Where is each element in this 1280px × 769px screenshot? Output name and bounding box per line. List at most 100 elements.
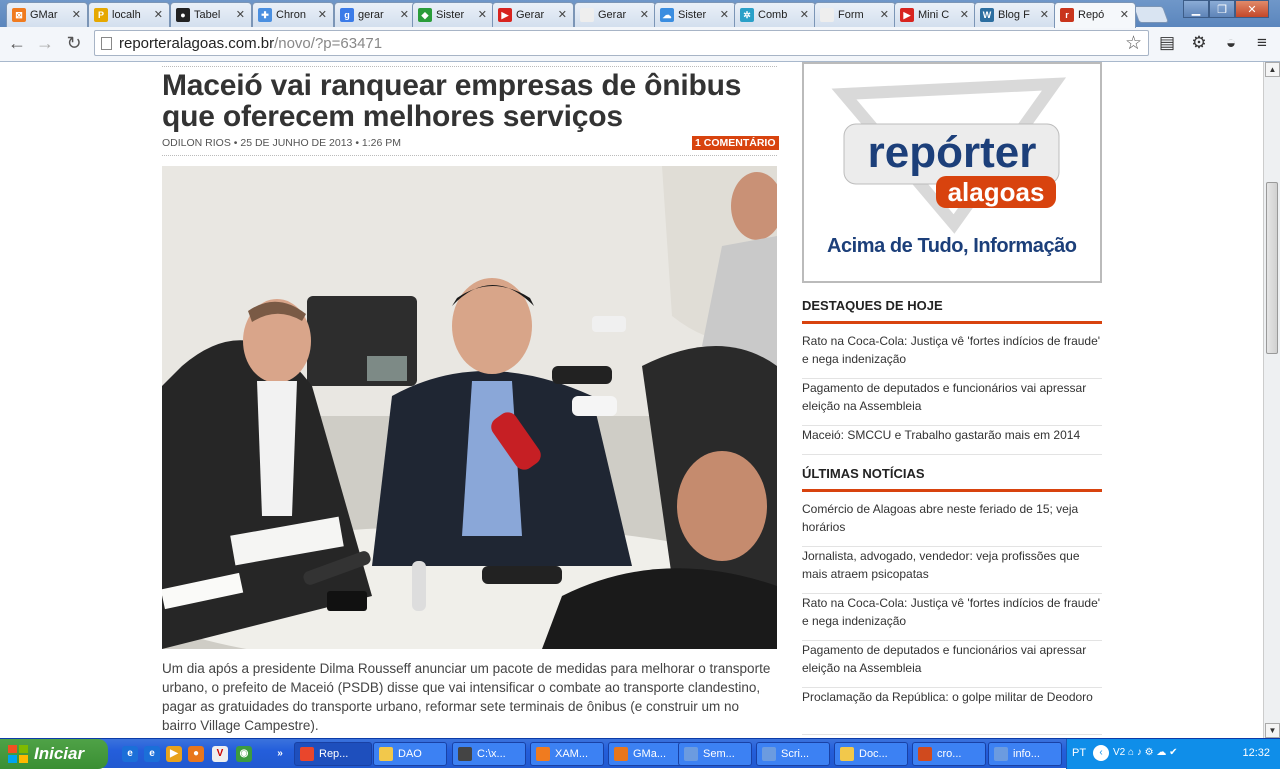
more-quicklaunch-icon[interactable]: »: [272, 746, 288, 762]
tab-8[interactable]: ☁ Sister ✕: [654, 2, 736, 27]
taskbar-button-label: DAO: [398, 748, 422, 760]
tab-close-icon[interactable]: ✕: [720, 8, 729, 21]
tab-close-icon[interactable]: ✕: [478, 8, 487, 21]
tab-close-icon[interactable]: ✕: [1120, 8, 1129, 21]
taskbar-button[interactable]: GMa...: [608, 742, 682, 766]
clock[interactable]: 12:32: [1242, 747, 1270, 759]
logo-tagline: Acima de Tudo, Informação: [827, 235, 1077, 257]
latest-news-item[interactable]: Pagamento de deputados e funcionários va…: [802, 641, 1102, 688]
tab-9[interactable]: ✲ Comb ✕: [734, 2, 816, 27]
highlight-item[interactable]: Maceió: SMCCU e Trabalho gastarão mais e…: [802, 426, 1102, 455]
highlight-item[interactable]: Rato na Coca-Cola: Justiça vê 'fortes in…: [802, 332, 1102, 379]
tab-close-icon[interactable]: ✕: [154, 8, 163, 21]
taskbar-button[interactable]: Rep...: [294, 742, 372, 766]
tab-0[interactable]: ⊠ GMar ✕: [6, 2, 88, 27]
tab-2[interactable]: ● Tabel ✕: [170, 2, 252, 27]
system-tray: PT ‹ V2 ⌂ ♪ ⚙ ☁ ✔ 12:32: [1066, 739, 1280, 769]
brazil-flag-icon: ◆: [418, 8, 432, 22]
start-label: Iniciar: [34, 744, 85, 763]
tab-close-icon[interactable]: ✕: [236, 8, 245, 21]
tab-4[interactable]: g gerar ✕: [334, 2, 416, 27]
extension-icon[interactable]: ◒: [1221, 33, 1241, 53]
scroll-down-icon[interactable]: ▼: [1265, 723, 1280, 738]
tab-close-icon[interactable]: ✕: [1040, 8, 1049, 21]
tray-icons[interactable]: V2 ⌂ ♪ ⚙ ☁ ✔: [1113, 747, 1178, 758]
latest-news-item[interactable]: Proclamação da República: o golpe milita…: [802, 688, 1102, 735]
app-icon: [918, 747, 932, 761]
page-icon: [820, 8, 834, 22]
taskbar-button[interactable]: DAO: [373, 742, 447, 766]
comments-badge[interactable]: 1 COMENTÁRIO: [692, 136, 779, 150]
browser-icon[interactable]: e: [144, 746, 160, 762]
menu-icon[interactable]: ≡: [1252, 33, 1272, 53]
google-icon: g: [340, 8, 354, 22]
latest-news-item[interactable]: Comércio de Alagoas abre neste feriado d…: [802, 500, 1102, 547]
latest-news-item[interactable]: Rato na Coca-Cola: Justiça vê 'fortes in…: [802, 594, 1102, 641]
chrome-icon[interactable]: ◉: [236, 746, 252, 762]
tab-close-icon[interactable]: ✕: [960, 8, 969, 21]
tray-collapse-icon[interactable]: ‹: [1093, 745, 1109, 761]
tab-close-icon[interactable]: ✕: [640, 8, 649, 21]
ie-icon[interactable]: e: [122, 746, 138, 762]
youtube-icon: ▶: [498, 8, 512, 22]
language-indicator[interactable]: PT: [1072, 747, 1086, 759]
taskbar-button[interactable]: cro...: [912, 742, 986, 766]
tab-13[interactable]: r Repó ✕: [1054, 2, 1136, 28]
tab-label: gerar: [358, 9, 384, 21]
v2-icon[interactable]: V: [212, 746, 228, 762]
media-player-icon[interactable]: ▶: [166, 746, 182, 762]
tab-close-icon[interactable]: ✕: [318, 8, 327, 21]
tab-label: Mini C: [918, 9, 950, 21]
scroll-up-icon[interactable]: ▲: [1265, 62, 1280, 77]
latest-news-item[interactable]: Jornalista, advogado, vendedor: veja pro…: [802, 547, 1102, 594]
reporter-icon: r: [1060, 8, 1074, 22]
taskbar-button[interactable]: XAM...: [530, 742, 604, 766]
reload-icon[interactable]: ↻: [63, 32, 85, 54]
gear-icon: ✲: [740, 8, 754, 22]
taskbar-button-label: GMa...: [633, 748, 667, 760]
reporter-alagoas-banner[interactable]: repórter alagoas Acima de Tudo, Informaç…: [802, 62, 1102, 283]
tab-1[interactable]: Plocalh ✕: [88, 2, 170, 27]
minimize-button[interactable]: ▁: [1183, 0, 1209, 18]
new-tab-button[interactable]: [1132, 6, 1170, 23]
taskbar-button[interactable]: Sem...: [678, 742, 752, 766]
close-window-button[interactable]: ✕: [1235, 0, 1269, 18]
taskbar-button[interactable]: C:\x...: [452, 742, 526, 766]
browser-toolbar: ← → ↻ reporteralagoas.com.br/novo/?p=634…: [0, 27, 1280, 62]
tab-3[interactable]: ✚ Chron ✕: [252, 2, 334, 27]
tab-close-icon[interactable]: ✕: [558, 8, 567, 21]
tab-12[interactable]: W Blog F ✕: [974, 2, 1056, 27]
tab-close-icon[interactable]: ✕: [400, 8, 409, 21]
tab-close-icon[interactable]: ✕: [72, 8, 81, 21]
tab-close-icon[interactable]: ✕: [800, 8, 809, 21]
tab-10[interactable]: Form ✕: [814, 2, 896, 27]
tab-label: Chron: [276, 9, 306, 21]
taskbar-button[interactable]: info...: [988, 742, 1062, 766]
highlight-item[interactable]: Pagamento de deputados e funcionários va…: [802, 379, 1102, 426]
page-icon: [580, 8, 594, 22]
taskbar-button[interactable]: Doc...: [834, 742, 908, 766]
forward-icon[interactable]: →: [34, 32, 56, 54]
xampp-icon: ⊠: [12, 8, 26, 22]
tab-5[interactable]: ◆ Sister ✕: [412, 2, 494, 27]
tab-close-icon[interactable]: ✕: [880, 8, 889, 21]
web-page: Maceió vai ranquear empresas de ônibus q…: [0, 62, 1263, 738]
back-icon[interactable]: ←: [6, 32, 28, 54]
start-button[interactable]: Iniciar: [0, 739, 108, 769]
bookmark-star-icon[interactable]: ☆: [1125, 32, 1142, 55]
app-icon: [300, 747, 314, 761]
tab-6[interactable]: ▶ Gerar ✕: [492, 2, 574, 27]
taskbar-button-label: Doc...: [859, 748, 888, 760]
scroll-thumb[interactable]: [1266, 182, 1278, 354]
taskbar-button[interactable]: Scri...: [756, 742, 830, 766]
tab-label: localh: [112, 9, 141, 21]
page-scrollbar[interactable]: ▲ ▼: [1263, 62, 1280, 738]
page-icon: [101, 37, 112, 50]
address-bar[interactable]: reporteralagoas.com.br/novo/?p=63471 ☆: [94, 30, 1149, 56]
tab-11[interactable]: ▶ Mini C ✕: [894, 2, 976, 27]
maximize-button[interactable]: ❐: [1209, 0, 1235, 18]
chart-extension-icon[interactable]: ▤: [1157, 33, 1177, 53]
settings-gear-icon[interactable]: ⚙: [1189, 33, 1209, 53]
firefox-icon[interactable]: ●: [188, 746, 204, 762]
tab-7[interactable]: Gerar ✕: [574, 2, 656, 27]
